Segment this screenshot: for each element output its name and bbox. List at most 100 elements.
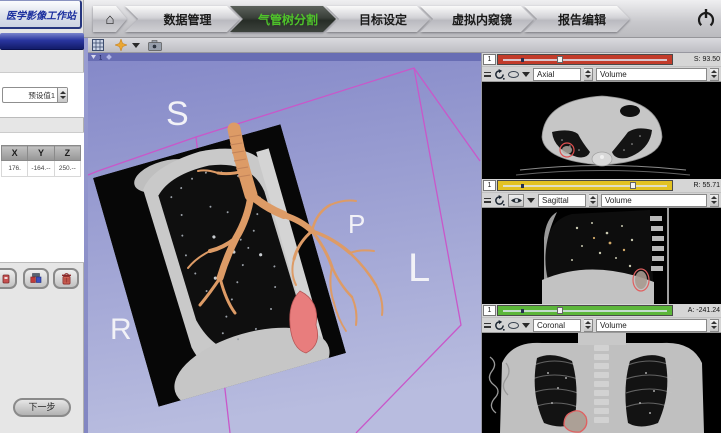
- tab-report-editing[interactable]: 报告编辑: [524, 6, 630, 32]
- preset-select[interactable]: 预设值1: [2, 87, 68, 103]
- slider-marker: [521, 184, 524, 188]
- visibility-button[interactable]: [508, 194, 524, 207]
- power-icon: [696, 7, 716, 30]
- top-navbar: ⌂ 数据管理 气管树分割 目标设定 虚拟内窥镜 报告编辑: [84, 0, 721, 38]
- viewport-3d-scene[interactable]: 1: [88, 53, 481, 433]
- layout-grid-icon[interactable]: [92, 39, 104, 51]
- rotate-icon[interactable]: [494, 320, 505, 331]
- cell-z: 250.--: [54, 161, 80, 177]
- axial-plane-select[interactable]: Axial: [533, 68, 581, 81]
- axial-slider-row: 1 S: 93.50: [482, 53, 721, 66]
- coronal-spinbox[interactable]: 1: [483, 305, 496, 316]
- rotate-icon[interactable]: [494, 69, 505, 80]
- menu-icon[interactable]: [484, 72, 491, 77]
- axial-slider-thumb[interactable]: [557, 56, 563, 63]
- coronal-controls: Coronal Volume: [482, 317, 721, 333]
- slice-views-panel: 1 S: 93.50 Axial: [481, 53, 721, 433]
- coronal-slider[interactable]: [497, 305, 673, 316]
- mode-stepper[interactable]: [710, 319, 719, 332]
- coordinates-card: X Y Z 176. -164.-- 250.--: [0, 132, 84, 263]
- sagittal-plane-select[interactable]: Sagittal: [538, 194, 586, 207]
- stepper-down-icon: [60, 96, 66, 99]
- coronal-view: 1 A: -241.24 Coronal: [482, 304, 721, 433]
- plane-value: Sagittal: [539, 196, 585, 205]
- table-header-row: X Y Z: [2, 146, 81, 161]
- tab-virtual-endoscopy[interactable]: 虚拟内窥镜: [420, 6, 534, 32]
- slider-marker: [521, 58, 524, 62]
- sagittal-controls: Sagittal Volume: [482, 192, 721, 208]
- plane-stepper[interactable]: [584, 68, 593, 81]
- coronal-plane-select[interactable]: Coronal: [533, 319, 581, 332]
- delete-button[interactable]: [53, 268, 79, 289]
- tab-data-management[interactable]: 数据管理: [125, 6, 240, 32]
- workstation-title-button[interactable]: 医学影像工作站: [0, 0, 82, 29]
- menu-icon[interactable]: [484, 323, 491, 328]
- next-step-button[interactable]: 下一步: [13, 398, 71, 417]
- coronal-slider-value: A: -241.24: [674, 307, 720, 314]
- viewport-3d[interactable]: 1: [88, 53, 481, 433]
- sagittal-slider-thumb[interactable]: [630, 182, 636, 189]
- viewport-header-strip[interactable]: [88, 53, 481, 61]
- tool-dropdown-icon[interactable]: [527, 198, 535, 203]
- home-icon: ⌂: [105, 12, 114, 27]
- stepper-up-icon: [60, 91, 66, 94]
- table-row[interactable]: 176. -164.-- 250.--: [2, 161, 81, 177]
- sagittal-mode-select[interactable]: Volume: [601, 194, 707, 207]
- plane-stepper[interactable]: [589, 194, 598, 207]
- medical-workstation-screen: 医学影像工作站 预设值1 X Y Z 176. -16: [0, 0, 721, 433]
- preset-select-value: 预设值1: [3, 90, 57, 101]
- orientation-right: R: [110, 313, 132, 346]
- preset-card: 预设值1: [0, 72, 84, 118]
- axial-image[interactable]: [482, 82, 721, 179]
- workstation-title: 医学影像工作站: [6, 7, 80, 22]
- sagittal-slider[interactable]: [497, 180, 673, 191]
- rotate-icon[interactable]: [494, 195, 505, 206]
- axial-slider-value: S: 93.50: [674, 56, 720, 63]
- sagittal-spinbox[interactable]: 1: [483, 180, 496, 191]
- view-toolbar: [88, 38, 721, 53]
- coronal-ct-slice: [482, 333, 721, 433]
- cell-y: -164.--: [28, 161, 54, 177]
- power-button[interactable]: [696, 7, 716, 30]
- camera-icon[interactable]: [148, 40, 162, 51]
- tab-target-setting[interactable]: 目标设定: [326, 6, 430, 32]
- mode-stepper[interactable]: [710, 68, 719, 81]
- edit-icon: [0, 273, 10, 285]
- tab-label: 报告编辑: [558, 11, 606, 28]
- tool-dropdown-icon[interactable]: [522, 323, 530, 328]
- coronal-slider-thumb[interactable]: [557, 307, 563, 314]
- axial-controls: Axial Volume: [482, 66, 721, 82]
- axial-mode-select[interactable]: Volume: [596, 68, 707, 81]
- sagittal-image[interactable]: [482, 208, 721, 304]
- mode-value: Volume: [597, 321, 706, 330]
- star-icon[interactable]: [115, 39, 127, 51]
- mode-stepper[interactable]: [710, 194, 719, 207]
- cell-x: 176.: [2, 161, 28, 177]
- edit-button[interactable]: [0, 268, 17, 289]
- coronal-slider-row: 1 A: -241.24: [482, 304, 721, 317]
- orientation-superior: S: [166, 95, 189, 133]
- sagittal-slider-row: 1 R: 55.71: [482, 179, 721, 192]
- panel-header-bar: [0, 33, 84, 50]
- coronal-image[interactable]: [482, 333, 721, 433]
- coronal-mode-select[interactable]: Volume: [596, 319, 707, 332]
- home-tab[interactable]: ⌂: [93, 6, 127, 32]
- tool-dropdown-icon[interactable]: [522, 72, 530, 77]
- axial-spinbox[interactable]: 1: [483, 54, 496, 65]
- menu-icon[interactable]: [484, 198, 491, 203]
- tab-airway-segmentation[interactable]: 气管树分割: [230, 6, 336, 32]
- slider-groove: [503, 185, 667, 187]
- dropdown-caret-icon[interactable]: [132, 43, 140, 48]
- ellipse-tool-icon[interactable]: [508, 71, 519, 78]
- plane-stepper[interactable]: [584, 319, 593, 332]
- tab-label: 虚拟内窥镜: [452, 11, 512, 28]
- axial-slider[interactable]: [497, 54, 673, 65]
- sagittal-view: 1 R: 55.71: [482, 179, 721, 304]
- ellipse-tool-icon[interactable]: [508, 322, 519, 329]
- col-header-y: Y: [28, 146, 54, 161]
- preset-select-stepper[interactable]: [57, 88, 67, 102]
- axial-view: 1 S: 93.50 Axial: [482, 53, 721, 179]
- palette-button[interactable]: [23, 268, 49, 289]
- mode-value: Volume: [602, 196, 706, 205]
- trash-icon: [61, 273, 72, 285]
